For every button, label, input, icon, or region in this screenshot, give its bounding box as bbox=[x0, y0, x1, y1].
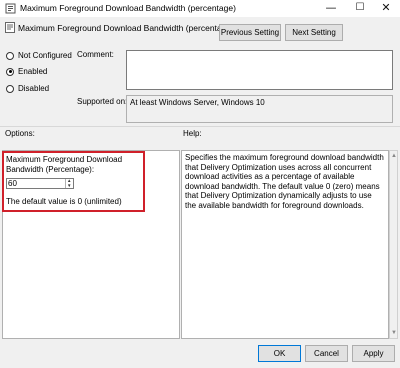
comment-label: Comment: bbox=[77, 50, 114, 59]
window-title: Maximum Foreground Download Bandwidth (p… bbox=[20, 3, 236, 13]
previous-setting-button[interactable]: Previous Setting bbox=[219, 24, 281, 41]
policy-app-icon bbox=[5, 3, 16, 14]
spinner-arrows[interactable]: ▲ ▼ bbox=[65, 178, 73, 188]
title-bar: Maximum Foreground Download Bandwidth (p… bbox=[0, 0, 400, 17]
bandwidth-percentage-value[interactable]: 60 bbox=[8, 179, 17, 189]
close-button[interactable]: ✕ bbox=[372, 0, 400, 17]
radio-enabled-label: Enabled bbox=[18, 67, 48, 76]
radio-not-configured[interactable]: Not Configured bbox=[6, 51, 72, 60]
default-value-note: The default value is 0 (unlimited) bbox=[6, 197, 122, 206]
apply-button[interactable]: Apply bbox=[352, 345, 395, 362]
bandwidth-field-label: Maximum Foreground Download Bandwidth (P… bbox=[6, 155, 123, 174]
bandwidth-percentage-spinner[interactable]: 60 ▲ ▼ bbox=[6, 178, 74, 189]
next-setting-button[interactable]: Next Setting bbox=[285, 24, 343, 41]
minimize-button[interactable]: — bbox=[317, 0, 345, 17]
help-text: Specifies the maximum foreground downloa… bbox=[181, 150, 389, 339]
radio-not-configured-indicator[interactable] bbox=[6, 51, 14, 60]
scroll-down-icon[interactable]: ▼ bbox=[391, 330, 397, 336]
radio-disabled-indicator[interactable] bbox=[6, 84, 14, 93]
policy-setting-icon bbox=[5, 22, 15, 33]
supported-on-value: At least Windows Server, Windows 10 bbox=[126, 95, 393, 123]
radio-disabled-label: Disabled bbox=[18, 84, 50, 93]
comment-textarea[interactable] bbox=[126, 50, 393, 90]
ok-button[interactable]: OK bbox=[258, 345, 301, 362]
supported-on-label: Supported on: bbox=[77, 97, 128, 106]
section-divider bbox=[0, 126, 400, 127]
radio-enabled-indicator[interactable] bbox=[6, 67, 14, 76]
help-scrollbar[interactable]: ▲ ▼ bbox=[389, 150, 398, 339]
radio-not-configured-label: Not Configured bbox=[18, 51, 72, 60]
help-heading: Help: bbox=[183, 129, 202, 138]
policy-title: Maximum Foreground Download Bandwidth (p… bbox=[18, 23, 234, 33]
maximize-button[interactable]: ☐ bbox=[346, 0, 374, 17]
scroll-up-icon[interactable]: ▲ bbox=[391, 153, 397, 159]
spinner-down-icon[interactable]: ▼ bbox=[67, 183, 71, 188]
cancel-button[interactable]: Cancel bbox=[305, 345, 348, 362]
radio-disabled[interactable]: Disabled bbox=[6, 84, 49, 93]
options-heading: Options: bbox=[5, 129, 35, 138]
radio-enabled[interactable]: Enabled bbox=[6, 67, 47, 76]
